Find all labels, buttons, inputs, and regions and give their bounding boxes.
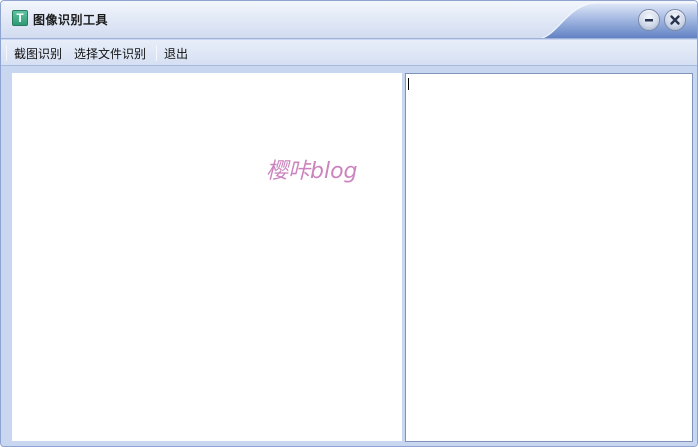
menu-separator [156, 45, 157, 61]
menu-bar: 截图识别 选择文件识别 退出 [1, 40, 697, 66]
menu-item-select-file-recognize[interactable]: 选择文件识别 [74, 45, 146, 62]
window-title: 图像识别工具 [33, 13, 109, 27]
watermark-text: 樱咔blog [266, 159, 358, 184]
title-bar[interactable]: T 图像识别工具 [1, 1, 697, 39]
app-window: T 图像识别工具 截图识别 选择文件识别 退出 樱咔blog [0, 0, 698, 447]
window-bottom-border [1, 442, 697, 446]
close-icon [670, 15, 680, 25]
result-text-area[interactable] [405, 73, 693, 442]
close-button[interactable] [664, 9, 686, 31]
app-icon: T [12, 10, 28, 26]
menu-separator [6, 45, 7, 61]
menu-item-exit[interactable]: 退出 [164, 45, 188, 62]
text-caret [408, 78, 409, 90]
minimize-icon [645, 19, 653, 22]
minimize-button[interactable] [638, 9, 660, 31]
image-preview-panel[interactable]: 樱咔blog [12, 73, 402, 441]
menu-item-screenshot-recognize[interactable]: 截图识别 [14, 45, 62, 62]
